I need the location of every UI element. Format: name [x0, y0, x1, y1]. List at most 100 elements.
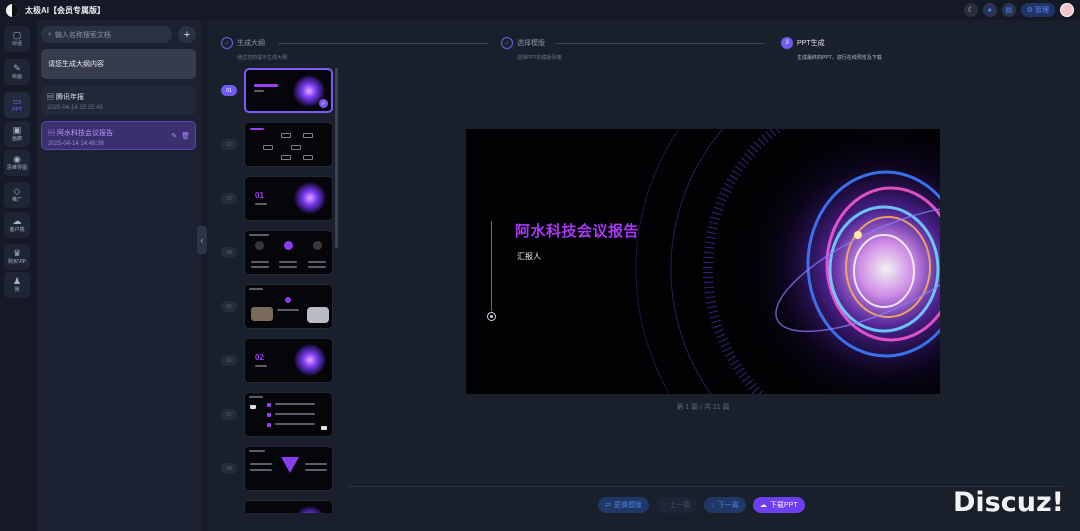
step-number: 3	[781, 37, 793, 49]
thumbnail-preview	[244, 500, 333, 513]
nav-label: PPT	[12, 107, 22, 113]
thumbnail-number: 02	[221, 139, 237, 150]
document-date: 2025-04-14 15:25:49	[47, 105, 103, 111]
thumbnail-item[interactable]: 08	[218, 446, 340, 491]
file-icon: ▤	[48, 130, 57, 137]
nav-gallery[interactable]: ▣ 画廊	[4, 121, 30, 147]
step-desc: 通过您的提示生成大纲	[237, 55, 288, 61]
add-document-button[interactable]: +	[178, 26, 196, 43]
step-outline: ✓ 生成大纲	[221, 37, 265, 49]
nav-ppt[interactable]: ▭ PPT	[4, 92, 30, 118]
nav-promote[interactable]: ◇ 推广	[4, 182, 30, 208]
edit-icon[interactable]: ✎	[171, 132, 177, 140]
app-title: 太极AI【会员专属版】	[25, 5, 105, 15]
change-template-label: 更换模版	[613, 502, 642, 509]
top-bar: 太极AI【会员专属版】 ☾ ● ▤ ⚙ 管理	[0, 0, 1080, 20]
app-logo	[6, 3, 19, 17]
search-input[interactable]: ⌕ 输入名称搜索文档	[41, 26, 172, 43]
step-name: 选择模版	[517, 40, 545, 47]
thumbnail-preview	[244, 392, 333, 437]
brush-icon: ✎	[13, 63, 21, 73]
document-item[interactable]: ▤ 腾讯年报 2025-04-14 15:25:49	[41, 86, 196, 115]
thumbnail-item[interactable]	[218, 500, 340, 513]
thumbnail-item[interactable]: 03 01	[218, 176, 340, 221]
check-icon: ✓	[501, 37, 513, 49]
check-icon: ✓	[221, 37, 233, 49]
main-panel: ✓ 生成大纲 通过您的提示生成大纲 ✓ 选择模版 选择PPT的模板风格 3 PP…	[208, 20, 1080, 531]
slide-subtitle: 汇报人	[517, 252, 541, 261]
new-outline-card[interactable]: 请您生成大纲内容	[41, 49, 196, 79]
page-indicator: 第 1 篇 / 共 21 篇	[676, 404, 730, 411]
step-name: 生成大纲	[237, 40, 265, 47]
next-label: 下一篇	[717, 502, 739, 509]
slide-title: 阿水科技会议报告	[515, 223, 640, 240]
thumbnail-number: 06	[221, 355, 237, 366]
change-template-button[interactable]: ⇄ 更换模版	[598, 497, 649, 513]
nav-mindmap[interactable]: ◉ 思维导图	[4, 150, 30, 176]
nav-draw[interactable]: ✎ 绘画	[4, 59, 30, 85]
nav-buy-vip[interactable]: ♛ 购买VIP	[4, 244, 30, 270]
moon-icon[interactable]: ☾	[963, 3, 978, 17]
arrow-up-icon: ↑	[662, 501, 667, 509]
cloud-icon: ☁	[12, 216, 22, 226]
nav-label: 我	[14, 287, 20, 293]
bell-icon[interactable]: ●	[982, 3, 997, 17]
mindmap-icon: ◉	[13, 154, 21, 164]
top-right-controls: ☾ ● ▤ ⚙ 管理	[963, 3, 1074, 17]
step-generate: 3 PPT生成	[781, 37, 825, 49]
thumbnail-item[interactable]: 04	[218, 230, 340, 275]
step-connector	[278, 43, 488, 44]
thumbnails-scrollbar[interactable]	[335, 68, 338, 248]
user-icon: ♟	[12, 276, 22, 286]
slide-marker	[487, 312, 496, 321]
thumbnail-item[interactable]: 05	[218, 284, 340, 329]
download-label: 下载PPT	[769, 502, 798, 509]
arrow-down-icon: ↓	[711, 501, 715, 509]
thumbnail-number: 01	[221, 85, 237, 96]
thumbnail-item[interactable]: 06 02	[218, 338, 340, 383]
ppt-icon: ▭	[12, 96, 22, 106]
document-icon[interactable]: ▤	[1001, 3, 1016, 17]
nav-label: 购买VIP	[7, 259, 27, 265]
thumbnail-preview: 02	[244, 338, 333, 383]
thumbnail-number: 04	[221, 247, 237, 258]
thumbnail-number: 05	[221, 301, 237, 312]
cloud-download-icon: ☁	[759, 502, 767, 509]
prev-button[interactable]: ↑ 上一篇	[655, 497, 698, 513]
file-icon: ▤	[47, 94, 56, 101]
thumbnail-item[interactable]: 01 ✓	[218, 68, 340, 113]
avatar[interactable]	[1060, 3, 1074, 17]
nav-me[interactable]: ♟ 我	[4, 272, 30, 298]
trash-icon[interactable]: 🗑	[181, 132, 190, 140]
thumbnail-number: 08	[221, 463, 237, 474]
step-name: PPT生成	[797, 40, 825, 47]
next-button[interactable]: ↓ 下一篇	[704, 497, 746, 513]
gear-icon: ⚙	[1026, 7, 1033, 14]
document-date: 2025-04-14 14:49:38	[48, 141, 104, 147]
thumbnail-preview: ✓	[244, 68, 333, 113]
nav-client[interactable]: ☁ 客户端	[4, 212, 30, 238]
thumbnail-item[interactable]: 02	[218, 122, 340, 167]
nav-label: 对话	[11, 41, 22, 47]
nav-label: 绘画	[11, 74, 22, 80]
slide-preview: 阿水科技会议报告 汇报人	[466, 129, 940, 394]
document-title-text: 腾讯年报	[55, 94, 84, 101]
collapse-sidebar-button[interactable]: ‹	[197, 226, 207, 254]
document-item-active[interactable]: ▤ 阿水科技会议报告 2025-04-14 14:49:38 ✎ 🗑	[41, 121, 196, 150]
crown-icon: ♛	[12, 248, 22, 258]
gem-icon: ◇	[13, 186, 21, 196]
action-bar: ⇄ 更换模版 ↑ 上一篇 ↓ 下一篇 ☁ 下载PPT	[598, 497, 805, 513]
thumbnail-preview	[244, 122, 333, 167]
check-icon: ✓	[319, 99, 328, 108]
search-icon: ⌕	[48, 30, 52, 38]
thumbnail-preview: 01	[244, 176, 333, 221]
document-title: ▤ 腾讯年报	[47, 92, 196, 102]
manage-button[interactable]: ⚙ 管理	[1020, 3, 1055, 17]
nav-label: 推广	[11, 197, 22, 203]
slide-thumbnails: 01 ✓ 02 03 01 04 05 06 02 07 08	[218, 68, 340, 513]
nav-chat[interactable]: ▢ 对话	[4, 26, 30, 52]
thumbnail-item[interactable]: 07	[218, 392, 340, 437]
thumbnail-preview	[244, 446, 333, 491]
document-title-text: 阿水科技会议报告	[56, 130, 113, 137]
download-ppt-button[interactable]: ☁ 下载PPT	[752, 497, 805, 513]
